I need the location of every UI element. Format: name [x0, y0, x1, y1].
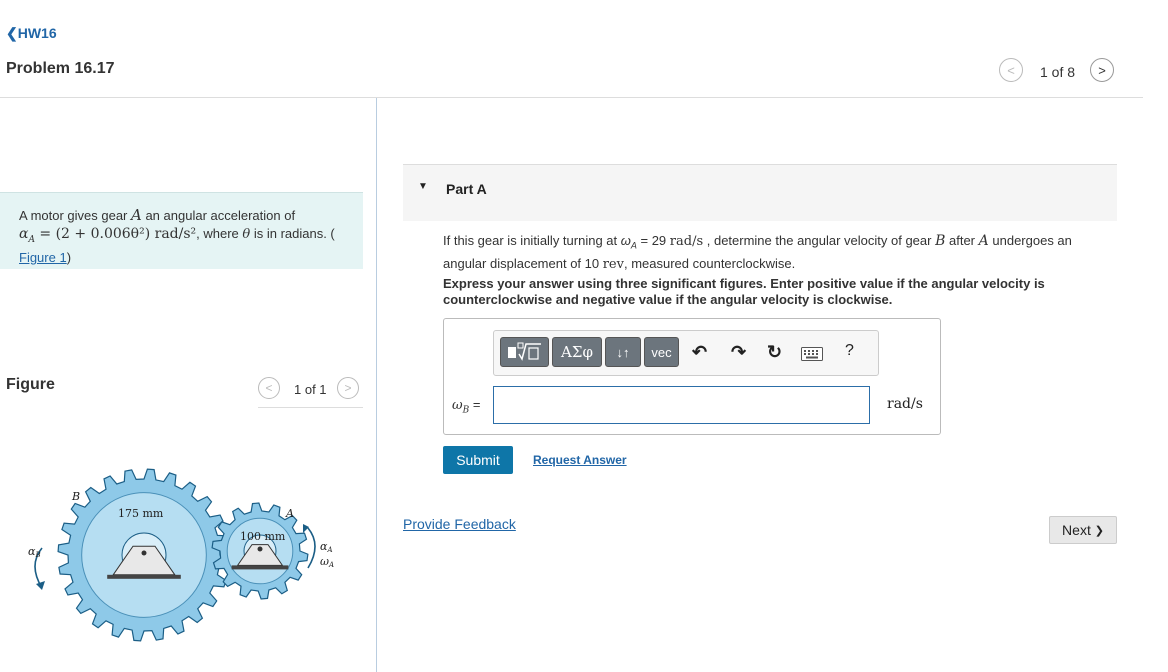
gear-base — [231, 565, 289, 570]
chevron-right-icon: > — [344, 381, 352, 395]
help-icon[interactable]: ? — [845, 342, 854, 360]
equation-text: = (2 + 0.006θ²) rad/s² — [34, 226, 197, 242]
statement-text: an angular acceleration of — [141, 208, 296, 223]
answer-unit: rad/s — [887, 396, 923, 412]
templates-button[interactable] — [500, 337, 549, 367]
chevron-left-icon: ❮ — [6, 25, 18, 41]
problem-statement: A motor gives gear A an angular accelera… — [0, 192, 363, 269]
gear-b-symbol: B — [935, 233, 946, 249]
question-segment: = 29 — [636, 233, 670, 248]
arrows-button[interactable]: ↓↑ — [605, 337, 641, 367]
statement-text: is in radians. ( — [250, 226, 335, 241]
gear-a-label: A — [285, 507, 294, 520]
back-link[interactable]: ❮HW16 — [6, 25, 57, 42]
alpha-b-arrowhead — [36, 581, 45, 590]
answer-input[interactable] — [493, 386, 870, 424]
problem-title: Problem 16.17 — [6, 60, 115, 77]
chevron-right-icon: ❯ — [1094, 524, 1104, 537]
next-button[interactable]: Next ❯ — [1049, 516, 1117, 544]
next-button-label: Next — [1062, 522, 1091, 538]
submit-button[interactable]: Submit — [443, 446, 513, 474]
answer-instructions: Express your answer using three signific… — [443, 276, 1045, 307]
panel-divider[interactable] — [376, 98, 377, 672]
gear-b-label: B — [71, 490, 80, 503]
statement-text: A motor gives gear — [19, 208, 131, 223]
answer-label: ωB = — [452, 397, 480, 416]
provide-feedback-link[interactable]: Provide Feedback — [403, 516, 516, 532]
alpha-a-subscript: A — [326, 546, 332, 554]
chevron-right-icon: > — [1098, 62, 1106, 78]
templates-icon — [507, 342, 541, 361]
request-answer-link[interactable]: Request Answer — [533, 453, 627, 467]
figure-count: 1 of 1 — [294, 382, 327, 397]
alpha-b-label: αB — [28, 545, 41, 559]
chevron-left-icon: < — [265, 381, 273, 395]
back-link-label: HW16 — [17, 25, 57, 41]
alpha-b-subscript: B — [34, 551, 40, 559]
pager-next-button[interactable]: > — [1090, 58, 1114, 82]
question-segment: If this gear is initially turning at — [443, 233, 621, 248]
gear-shaft — [141, 550, 147, 556]
pager-prev-button[interactable]: < — [999, 58, 1023, 82]
unit-text: rad/s — [669, 234, 704, 249]
omega-a-symbol: ω — [320, 555, 329, 568]
pager-count: 1 of 8 — [1040, 64, 1076, 80]
header-divider — [0, 97, 1143, 98]
gear-a-symbol: A — [978, 233, 989, 249]
vector-button[interactable]: vec — [644, 337, 679, 367]
figure-title: Figure — [6, 376, 55, 393]
equals-sign: = — [469, 397, 481, 412]
reset-icon[interactable]: ↻ — [767, 342, 782, 363]
question-segment: after — [945, 233, 979, 248]
omega-symbol: ω — [620, 233, 631, 248]
question-segment: , determine the angular velocity of gear — [703, 233, 936, 248]
gear-shaft — [257, 546, 263, 552]
question-segment: , measured counterclockwise. — [623, 255, 796, 271]
chevron-left-icon: < — [1007, 62, 1015, 78]
statement-text: ) — [66, 249, 72, 265]
radius-a-label: 100 mm — [240, 530, 286, 543]
figure-link[interactable]: Figure 1 — [19, 250, 67, 265]
gear-a-symbol: A — [131, 206, 142, 224]
figure-divider — [258, 407, 363, 408]
gear-b-drawing — [57, 468, 231, 642]
rev-unit: rev — [602, 256, 624, 272]
undo-icon[interactable]: ↶ — [692, 342, 707, 363]
keyboard-icon[interactable] — [801, 347, 823, 361]
figure-next-button[interactable]: > — [337, 377, 359, 399]
gear-base — [107, 574, 181, 579]
alpha-a-label: αA — [320, 540, 333, 554]
omega-a-subscript: A — [328, 561, 334, 569]
question-text: If this gear is initially turning at ωA … — [443, 232, 1103, 273]
statement-text: , where — [196, 226, 243, 241]
alpha-a-arrow — [307, 527, 316, 569]
greek-symbols-button[interactable]: ΑΣφ — [552, 337, 602, 367]
omega-symbol: ω — [452, 398, 463, 413]
omega-a-label: ωA — [320, 555, 334, 569]
gear-diagram: B 175 mm A 100 mm αB αA ωA — [28, 468, 334, 642]
part-a-title: Part A — [446, 181, 487, 197]
alpha-equation: αA = (2 + 0.006θ²) rad/s² — [19, 226, 197, 245]
redo-icon[interactable]: ↷ — [731, 342, 746, 363]
part-a-header[interactable] — [403, 165, 1117, 221]
figure-prev-button[interactable]: < — [258, 377, 280, 399]
radius-b-label: 175 mm — [118, 507, 164, 520]
collapse-caret-icon[interactable]: ▼ — [418, 181, 428, 192]
